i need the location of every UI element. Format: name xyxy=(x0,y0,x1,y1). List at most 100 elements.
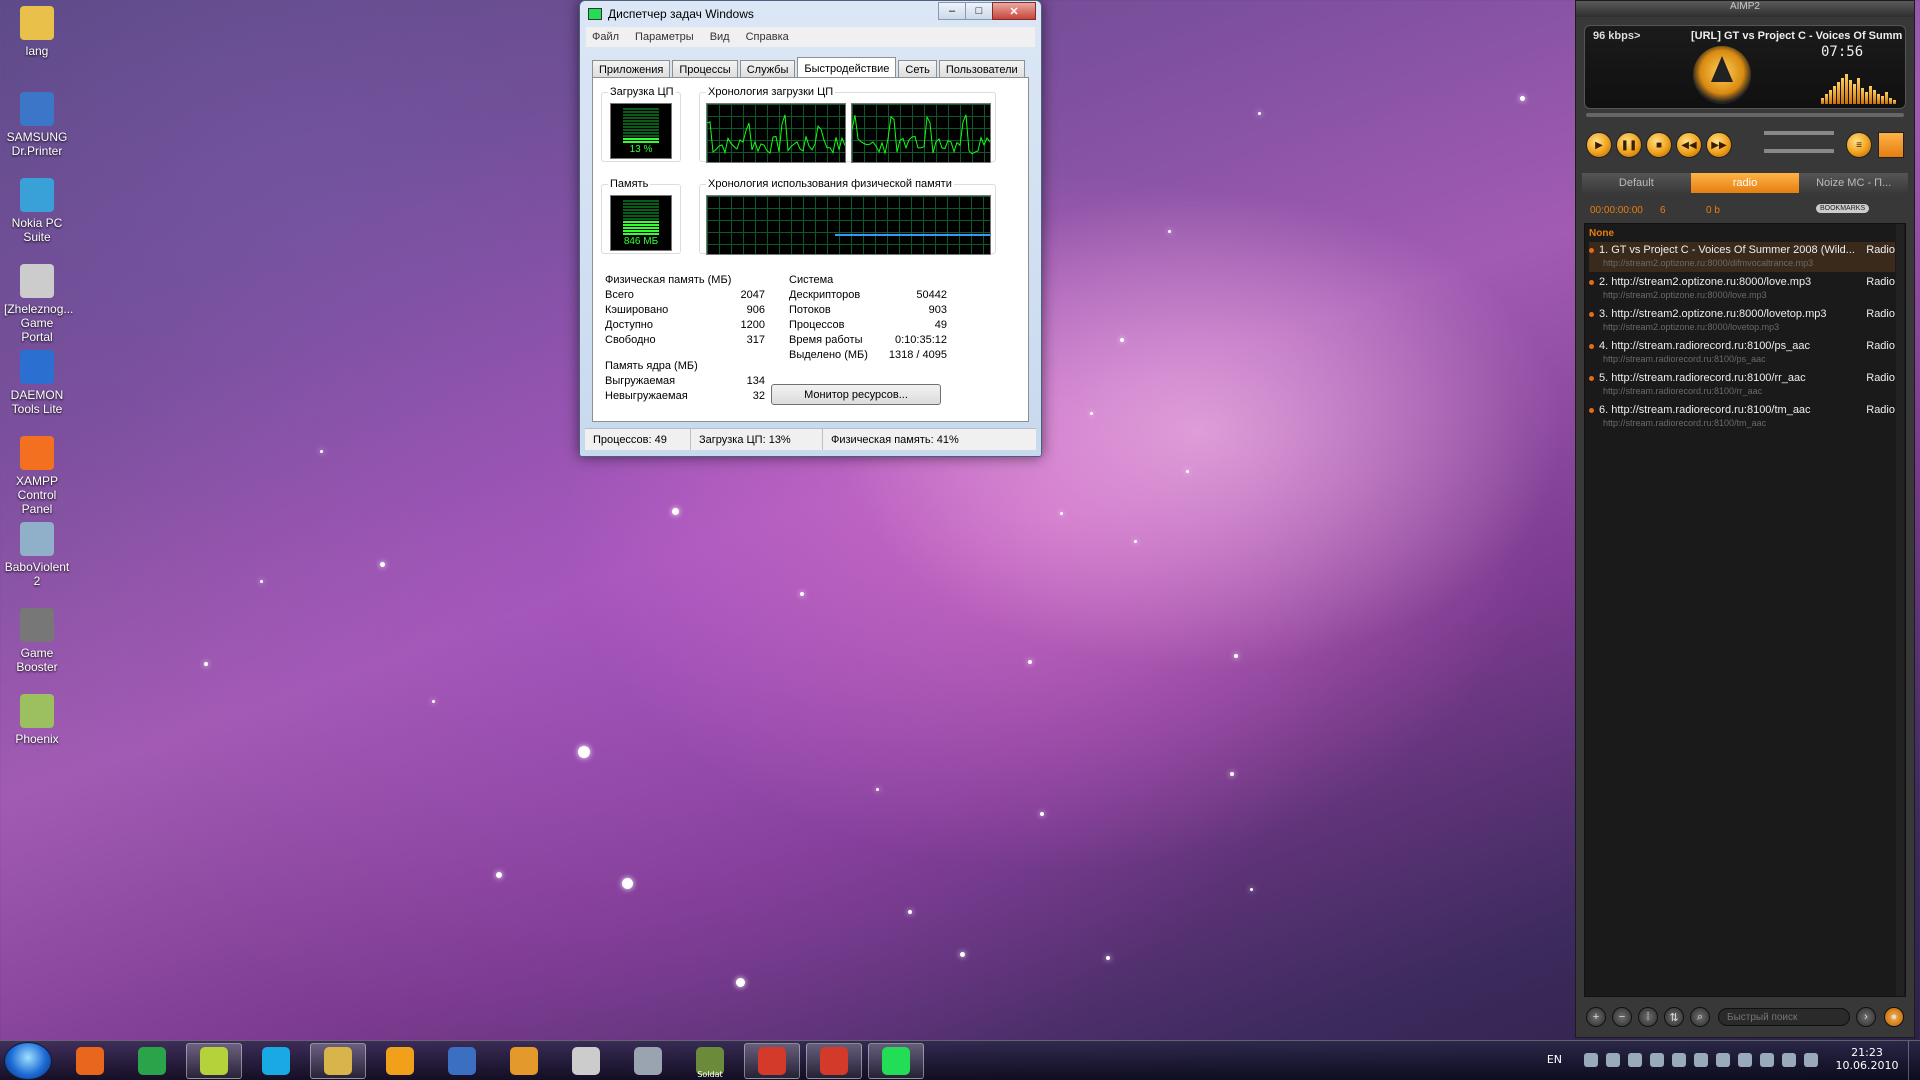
row-value: 2047 xyxy=(740,289,765,301)
find-button[interactable]: ⌕ xyxy=(1690,1007,1710,1027)
taskbar-app-button[interactable] xyxy=(496,1043,552,1079)
taskbar-app-button[interactable] xyxy=(558,1043,614,1079)
menu-button[interactable]: ≡ xyxy=(1846,132,1872,158)
playlist-item[interactable]: 2. http://stream2.optizone.ru:8000/love.… xyxy=(1589,274,1895,304)
star xyxy=(432,700,435,703)
aimp-icon xyxy=(386,1047,414,1075)
desktop-icon[interactable]: DAEMON Tools Lite xyxy=(4,350,70,416)
select-button[interactable]: ⁞ xyxy=(1638,1007,1658,1027)
aimp-title-bar[interactable]: AIMP2 xyxy=(1576,1,1914,17)
play-button[interactable]: ▶ xyxy=(1586,132,1612,158)
volume-icon[interactable] xyxy=(1804,1053,1818,1067)
taskbar-app-button[interactable] xyxy=(620,1043,676,1079)
taskbar-app-button[interactable] xyxy=(310,1043,366,1079)
playlist-tab-noize[interactable]: Noize MC - П... xyxy=(1799,173,1909,193)
row-label: Выделено (МБ) xyxy=(789,349,868,361)
vpn-icon[interactable] xyxy=(1628,1053,1642,1067)
remove-track-button[interactable]: − xyxy=(1612,1007,1632,1027)
desktop-icon[interactable]: Nokia PC Suite xyxy=(4,178,70,244)
search-go-button[interactable]: › xyxy=(1856,1007,1876,1027)
aimp-tray-icon[interactable] xyxy=(1650,1053,1664,1067)
stop-button[interactable]: ■ xyxy=(1646,132,1672,158)
menu-file[interactable]: Файл xyxy=(592,31,619,43)
start-button[interactable] xyxy=(4,1042,52,1080)
playlist-item[interactable]: 3. http://stream2.optizone.ru:8000/lovet… xyxy=(1589,306,1895,336)
equalizer-toggle[interactable] xyxy=(1878,132,1904,158)
menu-options[interactable]: Параметры xyxy=(635,31,694,43)
system-title: Система xyxy=(789,274,834,286)
performance-pane: Загрузка ЦП 13 % Хронология загрузки ЦП … xyxy=(592,77,1029,422)
volume-slider[interactable] xyxy=(1764,131,1834,135)
safely-remove-icon[interactable] xyxy=(1738,1053,1752,1067)
playlist-tab-default[interactable]: Default xyxy=(1582,173,1691,193)
taskbar-app-button[interactable]: Soldat xyxy=(682,1043,738,1079)
skype-tray-icon[interactable] xyxy=(1606,1053,1620,1067)
taskbar-app-button[interactable] xyxy=(744,1043,800,1079)
pause-button[interactable]: ❚❚ xyxy=(1616,132,1642,158)
taskbar-app-button[interactable] xyxy=(62,1043,118,1079)
taskbar-app-button[interactable] xyxy=(868,1043,924,1079)
track-title: 5. http://stream.radiorecord.ru:8100/rr_… xyxy=(1599,372,1806,384)
memory-history-graph xyxy=(706,195,991,255)
maximize-button[interactable]: □ xyxy=(965,2,993,20)
row-label: Всего xyxy=(605,289,634,301)
menu-help[interactable]: Справка xyxy=(746,31,789,43)
meter-segment xyxy=(623,203,659,205)
playlist-tab-radio[interactable]: radio xyxy=(1690,173,1800,193)
memory-label: Память xyxy=(608,178,651,190)
table-row: Дескрипторов 50442 xyxy=(789,289,947,304)
language-indicator[interactable]: EN xyxy=(1547,1053,1562,1066)
next-button[interactable]: ▶▶ xyxy=(1706,132,1732,158)
track-bullet-icon xyxy=(1589,280,1594,285)
desktop-icon[interactable]: XAMPP Control Panel xyxy=(4,436,70,516)
resource-monitor-button[interactable]: Монитор ресурсов... xyxy=(771,384,941,405)
utorrent-tray-icon[interactable] xyxy=(1672,1053,1686,1067)
track-tag: Radio xyxy=(1866,276,1895,288)
playlist-scrollbar[interactable] xyxy=(1896,224,1904,996)
action-center-icon[interactable] xyxy=(1782,1053,1796,1067)
desktop-icon[interactable]: [Zheleznog... Game Portal xyxy=(4,264,73,344)
babo-icon xyxy=(20,522,54,556)
taskbar-app-button[interactable] xyxy=(186,1043,242,1079)
playlist-item[interactable]: 1. GT vs Project C - Voices Of Summer 20… xyxy=(1589,242,1895,272)
playlist-item[interactable]: 6. http://stream.radiorecord.ru:8100/tm_… xyxy=(1589,402,1895,432)
desktop-icon[interactable]: Phoenix xyxy=(4,694,70,746)
desktop-icon[interactable]: Game Booster xyxy=(4,608,70,674)
tab-performance[interactable]: Быстродействие xyxy=(797,57,897,79)
taskbar-app-button[interactable] xyxy=(248,1043,304,1079)
table-row: Потоков 903 xyxy=(789,304,947,319)
row-label: Доступно xyxy=(605,319,654,331)
row-value: 0:10:35:12 xyxy=(895,334,947,346)
menu-view[interactable]: Вид xyxy=(710,31,730,43)
aimp-display: 96 kbps> [URL] GT vs Project C - Voices … xyxy=(1584,25,1906,109)
desktop-icon[interactable]: SAMSUNG Dr.Printer xyxy=(4,92,70,158)
playlist-item[interactable]: 5. http://stream.radiorecord.ru:8100/rr_… xyxy=(1589,370,1895,400)
status-memory: Физическая память: 41% xyxy=(831,433,959,446)
show-desktop-button[interactable] xyxy=(1908,1041,1920,1080)
taskbar-app-button[interactable] xyxy=(806,1043,862,1079)
display-icon[interactable] xyxy=(1760,1053,1774,1067)
star xyxy=(622,878,633,889)
minimize-button[interactable]: – xyxy=(938,2,966,20)
network-icon[interactable] xyxy=(1584,1053,1598,1067)
playlist-item[interactable]: 4. http://stream.radiorecord.ru:8100/ps_… xyxy=(1589,338,1895,368)
taskbar-app-button[interactable] xyxy=(124,1043,180,1079)
quick-search-input[interactable] xyxy=(1718,1008,1850,1026)
previous-button[interactable]: ◀◀ xyxy=(1676,132,1702,158)
clock[interactable]: 21:23 10.06.2010 xyxy=(1832,1046,1902,1072)
balance-slider[interactable] xyxy=(1764,149,1834,153)
update-icon[interactable] xyxy=(1716,1053,1730,1067)
sort-button[interactable]: ⇅ xyxy=(1664,1007,1684,1027)
playlist-options-button[interactable]: ● xyxy=(1884,1007,1904,1027)
desktop-icon[interactable]: BaboViolent 2 xyxy=(4,522,70,588)
meter-segment xyxy=(623,212,659,214)
close-button[interactable]: ✕ xyxy=(992,2,1036,20)
bookmarks-button[interactable]: BOOKMARKS xyxy=(1816,204,1870,213)
taskbar-app-button[interactable] xyxy=(372,1043,428,1079)
seek-bar[interactable] xyxy=(1586,113,1904,117)
desktop-icon[interactable]: lang xyxy=(4,6,70,58)
taskbar-app-button[interactable] xyxy=(434,1043,490,1079)
speaker-icon[interactable] xyxy=(1694,1053,1708,1067)
spectrum-bar xyxy=(1873,90,1876,104)
add-track-button[interactable]: + xyxy=(1586,1007,1606,1027)
